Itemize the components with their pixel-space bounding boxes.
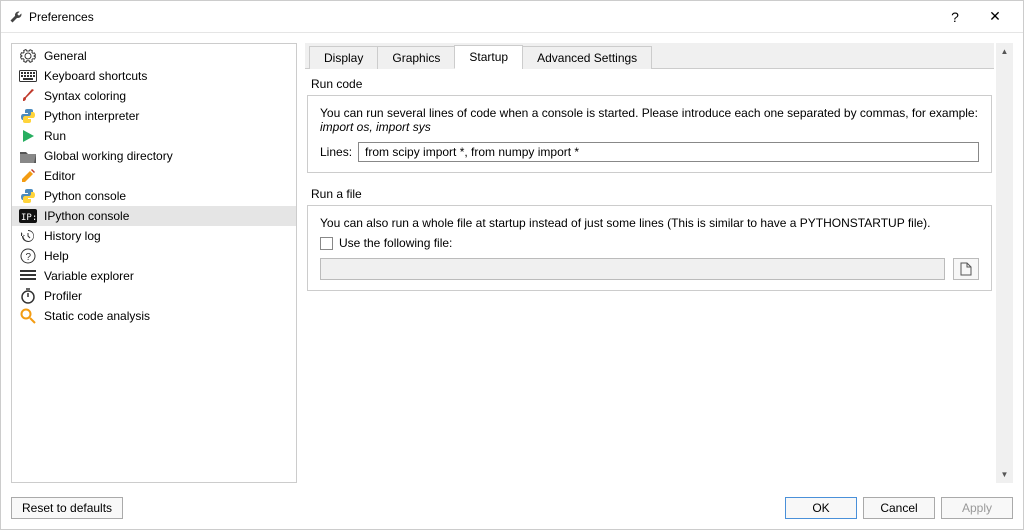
sidebar-item-static-code-analysis[interactable]: Static code analysis (12, 306, 296, 326)
python-icon (18, 188, 38, 204)
file-path-input[interactable] (320, 258, 945, 280)
run-code-label: Run code (307, 69, 992, 95)
python-icon (18, 108, 38, 124)
sidebar-item-keyboard-shortcuts[interactable]: Keyboard shortcuts (12, 66, 296, 86)
timer-icon (18, 288, 38, 304)
apply-button[interactable]: Apply (941, 497, 1013, 519)
sidebar-item-label: Python interpreter (44, 109, 139, 123)
sidebar-item-label: General (44, 49, 87, 63)
sidebar-item-label: Keyboard shortcuts (44, 69, 147, 83)
use-file-label: Use the following file: (339, 236, 452, 250)
run-file-label: Run a file (307, 179, 992, 205)
sidebar-item-global-working-directory[interactable]: Global working directory (12, 146, 296, 166)
scroll-up-icon[interactable]: ▲ (996, 43, 1013, 60)
lines-label: Lines: (320, 145, 352, 159)
sidebar-item-profiler[interactable]: Profiler (12, 286, 296, 306)
scrollbar[interactable]: ▲ ▼ (996, 43, 1013, 483)
cancel-button[interactable]: Cancel (863, 497, 935, 519)
tab-graphics[interactable]: Graphics (377, 46, 455, 69)
sidebar-item-label: Help (44, 249, 69, 263)
wrench-icon (9, 10, 23, 24)
close-button[interactable]: ✕ (975, 8, 1015, 25)
sidebar-item-label: Run (44, 129, 66, 143)
sidebar-item-label: Static code analysis (44, 309, 150, 323)
sidebar-item-label: Global working directory (44, 149, 173, 163)
sidebar-item-history-log[interactable]: History log (12, 226, 296, 246)
sidebar-item-label: Editor (44, 169, 75, 183)
reset-defaults-button[interactable]: Reset to defaults (11, 497, 123, 519)
scroll-down-icon[interactable]: ▼ (996, 466, 1013, 483)
run-file-group: You can also run a whole file at startup… (307, 205, 992, 291)
sidebar-item-label: IPython console (44, 209, 129, 223)
window-title: Preferences (29, 10, 94, 24)
folder-icon (18, 148, 38, 164)
tab-display[interactable]: Display (309, 46, 378, 69)
svg-text:?: ? (26, 252, 32, 263)
play-icon (18, 128, 38, 144)
run-file-desc: You can also run a whole file at startup… (320, 216, 979, 230)
help-icon: ? (18, 248, 38, 264)
sidebar-item-label: Profiler (44, 289, 82, 303)
help-button[interactable]: ? (935, 9, 975, 25)
gear-icon (18, 48, 38, 64)
sidebar-item-syntax-coloring[interactable]: Syntax coloring (12, 86, 296, 106)
history-icon (18, 228, 38, 244)
brush-icon (18, 88, 38, 104)
lines-input[interactable] (358, 142, 979, 162)
sidebar-item-python-console[interactable]: Python console (12, 186, 296, 206)
keyboard-icon (18, 68, 38, 84)
sidebar: General Keyboard shortcuts Syntax coloring… (11, 43, 297, 483)
sidebar-item-run[interactable]: Run (12, 126, 296, 146)
run-code-desc: You can run several lines of code when a… (320, 106, 979, 134)
sidebar-item-label: Python console (44, 189, 126, 203)
use-file-checkbox[interactable] (320, 237, 333, 250)
ip-icon: IP: (18, 208, 38, 224)
pencil-icon (18, 168, 38, 184)
sidebar-item-help[interactable]: ? Help (12, 246, 296, 266)
svg-text:IP:: IP: (21, 213, 37, 223)
button-bar: Reset to defaults OK Cancel Apply (1, 493, 1023, 529)
browse-file-button[interactable] (953, 258, 979, 280)
sidebar-item-ipython-console[interactable]: IP: IPython console (12, 206, 296, 226)
ok-button[interactable]: OK (785, 497, 857, 519)
magnify-icon (18, 308, 38, 324)
titlebar: Preferences ? ✕ (1, 1, 1023, 33)
list-icon (18, 268, 38, 284)
sidebar-item-label: History log (44, 229, 101, 243)
sidebar-item-python-interpreter[interactable]: Python interpreter (12, 106, 296, 126)
sidebar-item-label: Variable explorer (44, 269, 134, 283)
tab-advanced-settings[interactable]: Advanced Settings (522, 46, 652, 69)
file-icon (960, 262, 972, 276)
sidebar-item-label: Syntax coloring (44, 89, 126, 103)
tabstrip: DisplayGraphicsStartupAdvanced Settings (305, 43, 994, 69)
run-code-group: You can run several lines of code when a… (307, 95, 992, 173)
sidebar-item-general[interactable]: General (12, 46, 296, 66)
tab-startup[interactable]: Startup (454, 45, 523, 69)
sidebar-item-variable-explorer[interactable]: Variable explorer (12, 266, 296, 286)
sidebar-item-editor[interactable]: Editor (12, 166, 296, 186)
